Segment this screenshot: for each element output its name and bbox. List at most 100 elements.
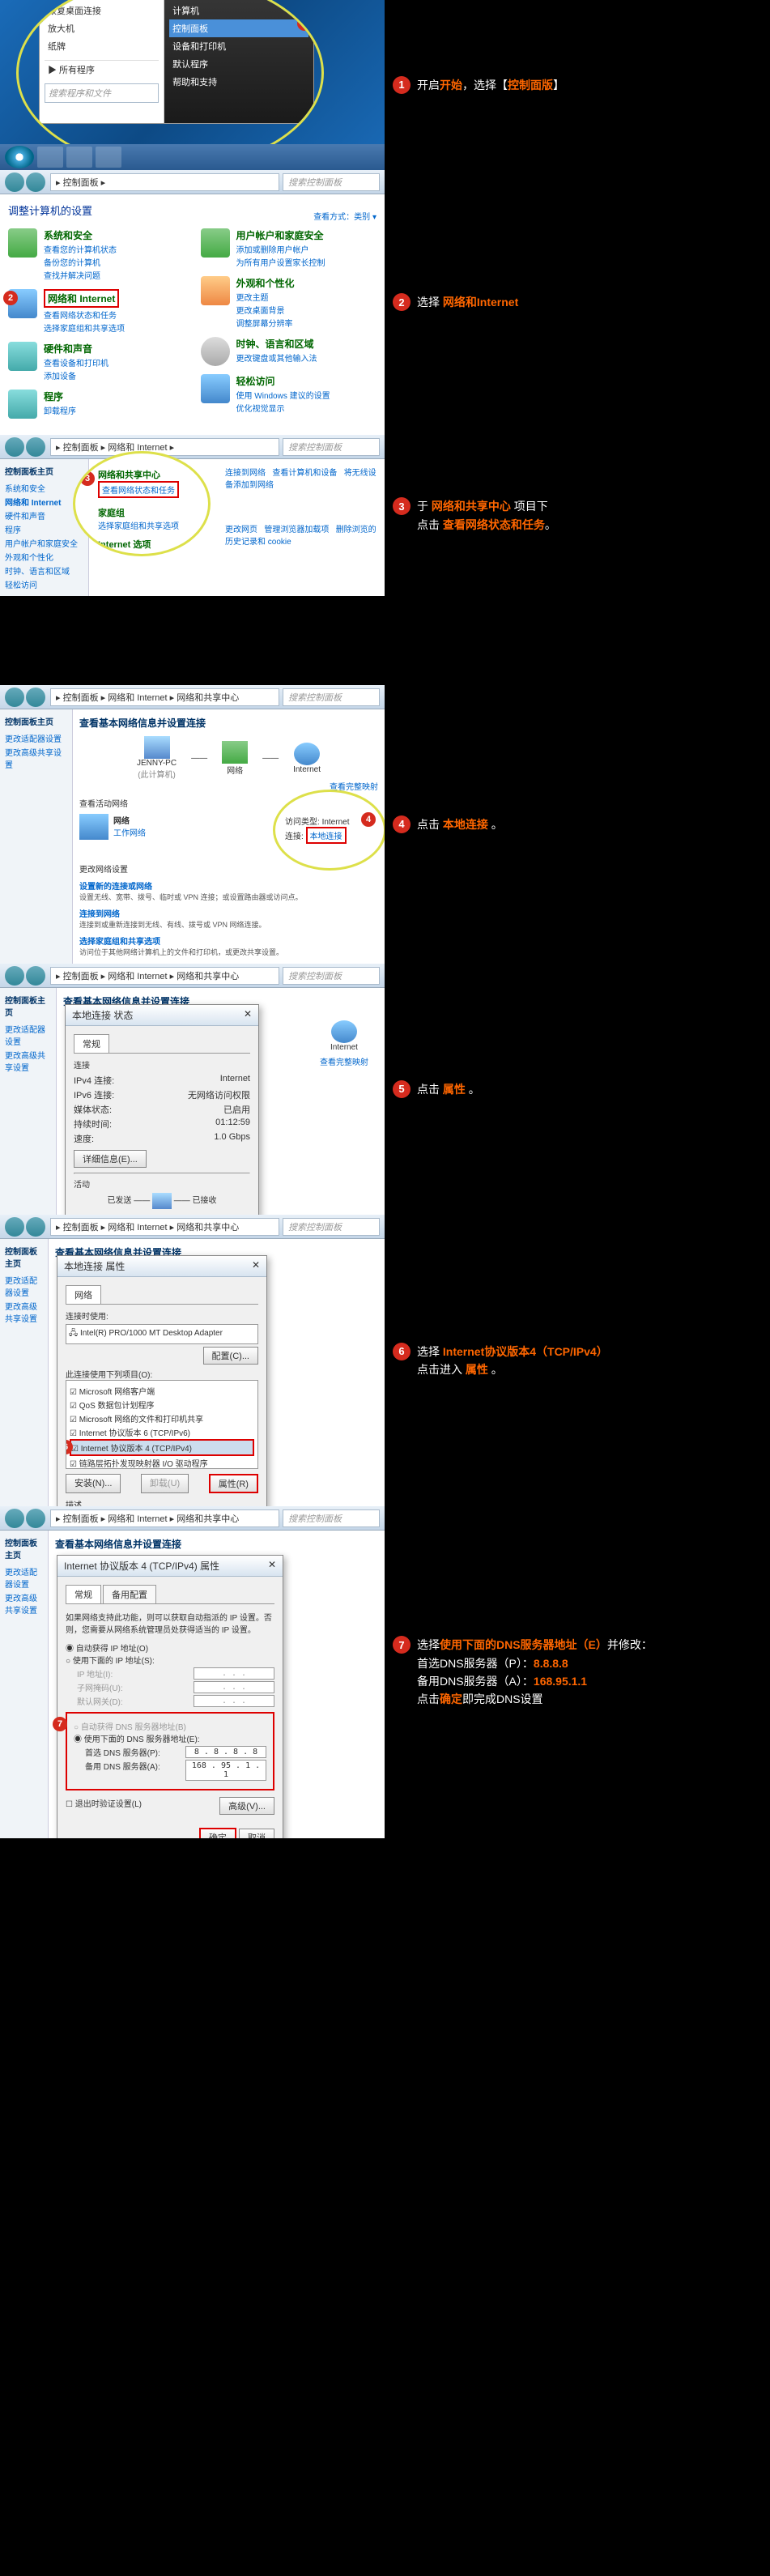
- taskbar-ie-icon[interactable]: [37, 147, 63, 168]
- link[interactable]: 设置新的连接或网络: [79, 879, 378, 892]
- search-input[interactable]: 搜索控制面板: [283, 438, 380, 456]
- search-input[interactable]: 搜索控制面板: [283, 173, 380, 191]
- back-button[interactable]: [5, 1217, 24, 1237]
- link-network-center[interactable]: 网络和共享中心: [98, 468, 200, 481]
- close-icon[interactable]: ✕: [244, 1008, 252, 1022]
- menu-item[interactable]: 帮助和支持: [169, 73, 308, 91]
- forward-button[interactable]: [26, 172, 45, 192]
- link-homegroup-options[interactable]: 选择家庭组和共享选项: [98, 519, 200, 531]
- menu-item[interactable]: 设备和打印机: [169, 37, 308, 55]
- breadcrumb[interactable]: ▸ 控制面板 ▸ 网络和 Internet ▸ 网络和共享中心: [50, 967, 279, 985]
- cp-item-users[interactable]: 用户帐户和家庭安全添加或删除用户帐户为所有用户设置家长控制: [201, 228, 377, 268]
- forward-button[interactable]: [26, 688, 45, 707]
- link-homegroup[interactable]: 家庭组: [98, 506, 200, 519]
- cp-item-network[interactable]: 2 网络和 Internet查看网络状态和任务选择家庭组和共享选项: [8, 289, 185, 334]
- search-input[interactable]: 搜索控制面板: [283, 688, 380, 706]
- back-button[interactable]: [5, 437, 24, 457]
- radio-auto-dns[interactable]: 自动获得 DNS 服务器地址(B): [74, 1720, 266, 1732]
- link[interactable]: 查看计算机和设备: [272, 469, 337, 478]
- link[interactable]: 连接到网络: [225, 469, 266, 478]
- menu-item[interactable]: 恢复桌面连接: [45, 2, 159, 19]
- tab-network[interactable]: 网络: [66, 1285, 101, 1304]
- properties-button[interactable]: 属性(R): [209, 1474, 258, 1493]
- sidebar-item[interactable]: 硬件和声音: [5, 509, 83, 522]
- link[interactable]: 连接到网络: [79, 907, 378, 919]
- sidebar-item[interactable]: 更改适配器设置: [5, 731, 67, 745]
- link-ie-options[interactable]: Internet 选项: [98, 538, 200, 551]
- config-button[interactable]: 配置(C)...: [203, 1347, 258, 1365]
- sidebar-item[interactable]: 用户帐户和家庭安全: [5, 536, 83, 550]
- protocol-list[interactable]: Microsoft 网络客户端 QoS 数据包计划程序 Microsoft 网络…: [66, 1380, 258, 1469]
- link[interactable]: 选择家庭组和共享选项: [79, 935, 378, 947]
- list-item-ipv4[interactable]: 6 Internet 协议版本 4 (TCP/IPv4): [70, 1439, 254, 1456]
- start-button[interactable]: [5, 146, 34, 168]
- validate-checkbox[interactable]: ☐ 退出时验证设置(L): [66, 1797, 142, 1815]
- dns1-input[interactable]: 8 . 8 . 8 . 8: [185, 1746, 266, 1758]
- cancel-button[interactable]: 取消: [239, 1829, 274, 1838]
- sidebar-item[interactable]: 程序: [5, 522, 83, 536]
- instruction-4: 4 点击 本地连接 。: [393, 815, 503, 833]
- back-button[interactable]: [5, 688, 24, 707]
- search-input[interactable]: 搜索控制面板: [283, 967, 380, 985]
- breadcrumb[interactable]: ▸ 控制面板 ▸ 网络和 Internet ▸ 网络和共享中心: [50, 1509, 279, 1527]
- menu-item-all-programs[interactable]: ▶ 所有程序: [45, 60, 159, 79]
- tab-alternate[interactable]: 备用配置: [103, 1585, 156, 1603]
- forward-button[interactable]: [26, 437, 45, 457]
- tab-general[interactable]: 常规: [74, 1034, 109, 1053]
- forward-button[interactable]: [26, 1509, 45, 1528]
- link[interactable]: 管理浏览器加载项: [264, 526, 329, 534]
- sidebar-item[interactable]: 轻松访问: [5, 577, 83, 591]
- sidebar-item[interactable]: 更改高级共享设置: [5, 745, 67, 771]
- sidebar-item[interactable]: 系统和安全: [5, 481, 83, 495]
- radio-manual-dns[interactable]: 使用下面的 DNS 服务器地址(E):: [74, 1732, 266, 1744]
- taskbar-explorer-icon[interactable]: [66, 147, 92, 168]
- menu-item[interactable]: 纸牌: [45, 37, 159, 55]
- install-button[interactable]: 安装(N)...: [66, 1474, 121, 1493]
- radio-auto-ip[interactable]: 自动获得 IP 地址(O): [66, 1641, 274, 1654]
- menu-item[interactable]: 计算机: [169, 2, 308, 19]
- search-input[interactable]: 搜索控制面板: [283, 1218, 380, 1236]
- back-button[interactable]: [5, 966, 24, 986]
- back-button[interactable]: [5, 172, 24, 192]
- sidebar-item[interactable]: 时钟、语言和区域: [5, 564, 83, 577]
- list-item[interactable]: Microsoft 网络的文件和打印机共享: [70, 1411, 254, 1425]
- cp-item-hardware[interactable]: 硬件和声音查看设备和打印机添加设备: [8, 342, 185, 381]
- link-view-status[interactable]: 查看网络状态和任务: [98, 481, 179, 498]
- cp-item-system[interactable]: 系统和安全查看您的计算机状态备份您的计算机查找并解决问题: [8, 228, 185, 281]
- forward-button[interactable]: [26, 966, 45, 986]
- tab-general[interactable]: 常规: [66, 1585, 101, 1603]
- search-input[interactable]: 搜索控制面板: [283, 1509, 380, 1527]
- list-item[interactable]: QoS 数据包计划程序: [70, 1398, 254, 1411]
- link[interactable]: 更改网页: [225, 526, 257, 534]
- cp-item-clock[interactable]: 时钟、语言和区域更改键盘或其他输入法: [201, 337, 377, 366]
- list-item[interactable]: Microsoft 网络客户端: [70, 1384, 254, 1398]
- list-item[interactable]: Internet 协议版本 6 (TCP/IPv6): [70, 1425, 254, 1439]
- cp-item-ease[interactable]: 轻松访问使用 Windows 建议的设置优化视觉显示: [201, 374, 377, 414]
- breadcrumb[interactable]: ▸ 控制面板 ▸ 网络和 Internet ▸ 网络和共享中心: [50, 688, 279, 706]
- menu-item[interactable]: 放大机: [45, 19, 159, 37]
- breadcrumb[interactable]: ▸ 控制面板 ▸ 网络和 Internet ▸ 网络和共享中心: [50, 1218, 279, 1236]
- back-button[interactable]: [5, 1509, 24, 1528]
- menu-item-control-panel[interactable]: 控制面板 1: [169, 19, 308, 37]
- forward-button[interactable]: [26, 1217, 45, 1237]
- link[interactable]: 查看完整映射: [320, 1055, 368, 1067]
- breadcrumb[interactable]: ▸ 控制面板 ▸: [50, 173, 279, 191]
- ok-button[interactable]: 确定: [199, 1828, 236, 1838]
- breadcrumb[interactable]: ▸ 控制面板 ▸ 网络和 Internet ▸: [50, 438, 279, 456]
- sidebar-item[interactable]: 网络和 Internet: [5, 495, 83, 509]
- sidebar-item[interactable]: 外观和个性化: [5, 550, 83, 564]
- radio-manual-ip[interactable]: 使用下面的 IP 地址(S):: [66, 1654, 274, 1666]
- menu-item[interactable]: 默认程序: [169, 55, 308, 73]
- control-panel-screenshot: ▸ 控制面板 ▸ 搜索控制面板 调整计算机的设置 查看方式：类别 ▾ 系统和安全…: [0, 170, 385, 435]
- details-button[interactable]: 详细信息(E)...: [74, 1150, 147, 1168]
- list-item[interactable]: 链路层拓扑发现映射器 I/O 驱动程序: [70, 1456, 254, 1469]
- cp-item-programs[interactable]: 程序卸载程序: [8, 390, 185, 419]
- search-input[interactable]: 搜索程序和文件: [45, 83, 159, 103]
- dns2-input[interactable]: 168 . 95 . 1 . 1: [185, 1760, 266, 1781]
- link-local-connection[interactable]: 本地连接: [306, 827, 347, 844]
- cp-item-appearance[interactable]: 外观和个性化更改主题更改桌面背景调整屏幕分辨率: [201, 276, 377, 329]
- advanced-button[interactable]: 高级(V)...: [219, 1797, 274, 1815]
- taskbar-media-icon[interactable]: [96, 147, 121, 168]
- close-icon[interactable]: ✕: [268, 1559, 276, 1573]
- close-icon[interactable]: ✕: [252, 1259, 260, 1273]
